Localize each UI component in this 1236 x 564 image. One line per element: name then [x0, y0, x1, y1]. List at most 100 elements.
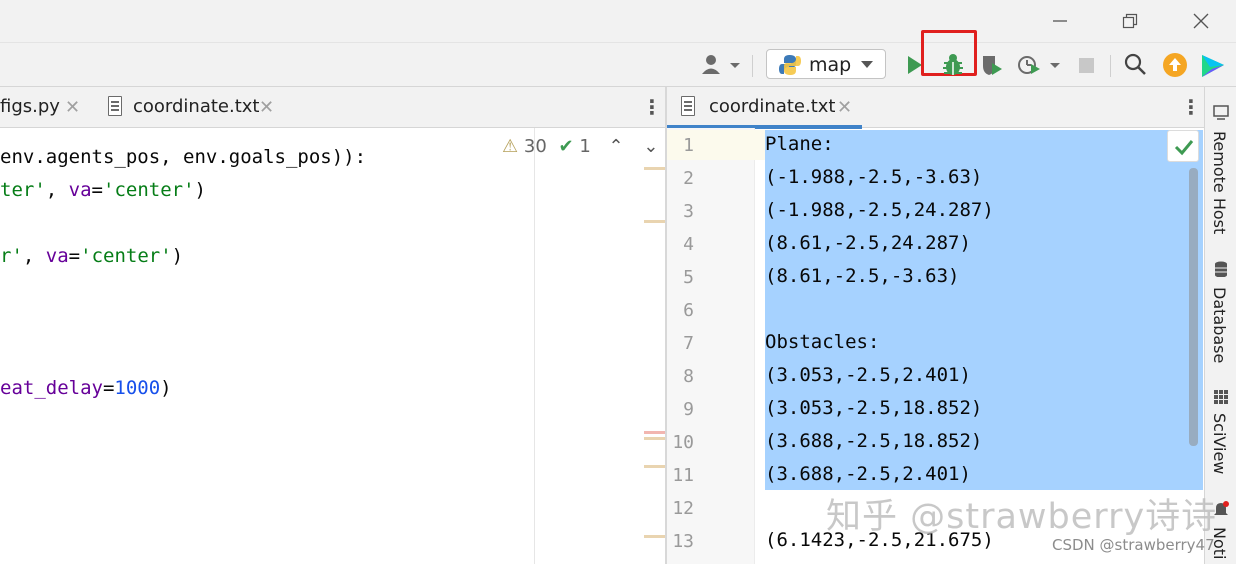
line-number: 7 [683, 333, 694, 354]
code-token: , [22, 245, 46, 267]
code-token: va [45, 245, 69, 267]
main-toolbar: map [0, 30, 1236, 87]
run-configuration-label: map [809, 54, 852, 76]
python-icon [779, 55, 801, 75]
code-token: ) [194, 179, 206, 201]
sciview-grid-icon [1214, 390, 1228, 404]
search-everywhere-button[interactable] [1124, 53, 1148, 77]
minimize-button[interactable] [1037, 0, 1083, 43]
database-icon [1215, 261, 1227, 277]
debug-button[interactable] [940, 53, 966, 77]
text-file-icon [108, 96, 122, 116]
checkmark-icon [1174, 140, 1194, 156]
line-number: 6 [683, 300, 694, 321]
close-tab-icon[interactable]: ✕ [837, 97, 852, 118]
text-line: Obstacles: [765, 331, 880, 353]
account-button[interactable] [700, 53, 740, 77]
code-token: env.agents_pos, env.goals_pos)): [0, 146, 367, 168]
close-window-button[interactable] [1178, 0, 1224, 43]
stop-button[interactable] [1077, 53, 1097, 77]
warning-count: 30 [523, 136, 547, 157]
code-token: = [68, 245, 81, 267]
code-line: r', va='center') [0, 245, 183, 267]
weak-warning-count: 1 [579, 136, 591, 157]
database-tool-button[interactable]: Database [1205, 259, 1236, 369]
line-number: 11 [672, 465, 694, 486]
text-line: (3.688,-2.5,2.401) [765, 463, 971, 485]
toolbar-separator [752, 55, 753, 77]
line-number: 9 [683, 399, 694, 420]
minimize-icon [1053, 20, 1067, 22]
user-icon [702, 55, 740, 74]
toolbar-separator [1110, 55, 1111, 77]
close-tab-icon[interactable]: ✕ [65, 97, 80, 118]
vertical-scrollbar[interactable] [1189, 168, 1198, 446]
database-label: Database [1210, 287, 1229, 364]
close-tab-icon[interactable]: ✕ [259, 97, 274, 118]
code-token: ter' [0, 179, 46, 201]
previous-highlight-icon[interactable]: ⌃ [609, 136, 624, 157]
restore-icon [1122, 13, 1138, 29]
tab-figs-py[interactable]: figs.py ✕ [0, 87, 95, 128]
code-token: 'center' [80, 245, 172, 267]
remote-host-tool-button[interactable]: Remote Host [1205, 101, 1236, 235]
code-token: r' [0, 245, 23, 267]
more-options-icon[interactable]: ⋮ [642, 95, 662, 119]
text-line: (3.688,-2.5,18.852) [765, 430, 983, 452]
run-configuration-selector[interactable]: map [766, 49, 886, 79]
line-number: 10 [672, 432, 694, 453]
text-line: (3.053,-2.5,18.852) [765, 397, 983, 419]
title-bar [0, 0, 1236, 43]
line-number: 5 [683, 267, 694, 288]
line-number: 3 [683, 201, 694, 222]
line-number: 2 [683, 168, 694, 189]
coverage-icon [983, 56, 1002, 75]
jetbrains-logo-icon [1202, 55, 1224, 77]
code-token: = [91, 179, 103, 201]
code-token: , [45, 179, 69, 201]
csdn-watermark: CSDN @strawberry47 [1052, 536, 1215, 554]
code-token: 'center' [103, 179, 195, 201]
text-line: Plane: [765, 133, 834, 155]
stop-icon [1079, 58, 1094, 73]
sciview-tool-button[interactable]: SciView [1205, 387, 1236, 477]
weak-warning-icon: ✔ [558, 136, 574, 157]
text-line: (-1.988,-2.5,24.287) [765, 199, 994, 221]
no-problems-badge[interactable] [1167, 130, 1199, 162]
more-options-icon[interactable]: ⋮ [1181, 95, 1201, 119]
run-with-coverage-button[interactable] [980, 53, 1006, 77]
tab-coordinate-txt-active[interactable]: coordinate.txt ✕ [667, 87, 862, 129]
profile-button[interactable] [1016, 53, 1064, 77]
sciview-label: SciView [1210, 413, 1229, 475]
code-token: ) [160, 377, 172, 399]
bug-icon [943, 54, 963, 75]
code-line: ter', va='center') [0, 179, 206, 201]
code-line: eat_delay=1000) [0, 377, 172, 399]
code-token: ) [171, 245, 184, 267]
line-number: 12 [672, 498, 694, 519]
text-line: (3.053,-2.5,2.401) [765, 364, 971, 386]
zhihu-watermark: 知乎 @strawberry诗诗 [826, 497, 1218, 537]
ide-logo-button[interactable] [1200, 53, 1226, 77]
tab-label: figs.py [0, 96, 60, 117]
code-token: 1000 [114, 377, 161, 399]
search-icon [1124, 53, 1146, 75]
right-editor-tabbar: coordinate.txt ✕ ⋮ [667, 87, 1204, 129]
line-number: 13 [672, 531, 694, 552]
code-line: env.agents_pos, env.goals_pos)): [0, 146, 366, 168]
left-code-editor[interactable]: ⚠ 30 ✔ 1 ⌃ ⌄ env.agents_pos, env.goals_p… [0, 128, 666, 564]
remote-host-icon [1213, 105, 1229, 120]
updates-button[interactable] [1162, 53, 1188, 77]
code-token: va [68, 179, 92, 201]
text-line: (-1.988,-2.5,-3.63) [765, 166, 983, 188]
tab-label: coordinate.txt [133, 96, 260, 117]
code-token: = [102, 377, 115, 399]
tab-label: coordinate.txt [709, 96, 836, 117]
restore-button[interactable] [1107, 0, 1153, 43]
tab-coordinate-txt[interactable]: coordinate.txt ✕ [98, 87, 283, 128]
chevron-down-icon [861, 61, 873, 68]
code-token: eat_delay [0, 377, 103, 399]
remote-host-label: Remote Host [1210, 131, 1229, 235]
line-number: 8 [683, 366, 694, 387]
inspection-widget[interactable]: ⚠ 30 ✔ 1 ⌃ ⌄ [502, 136, 658, 160]
